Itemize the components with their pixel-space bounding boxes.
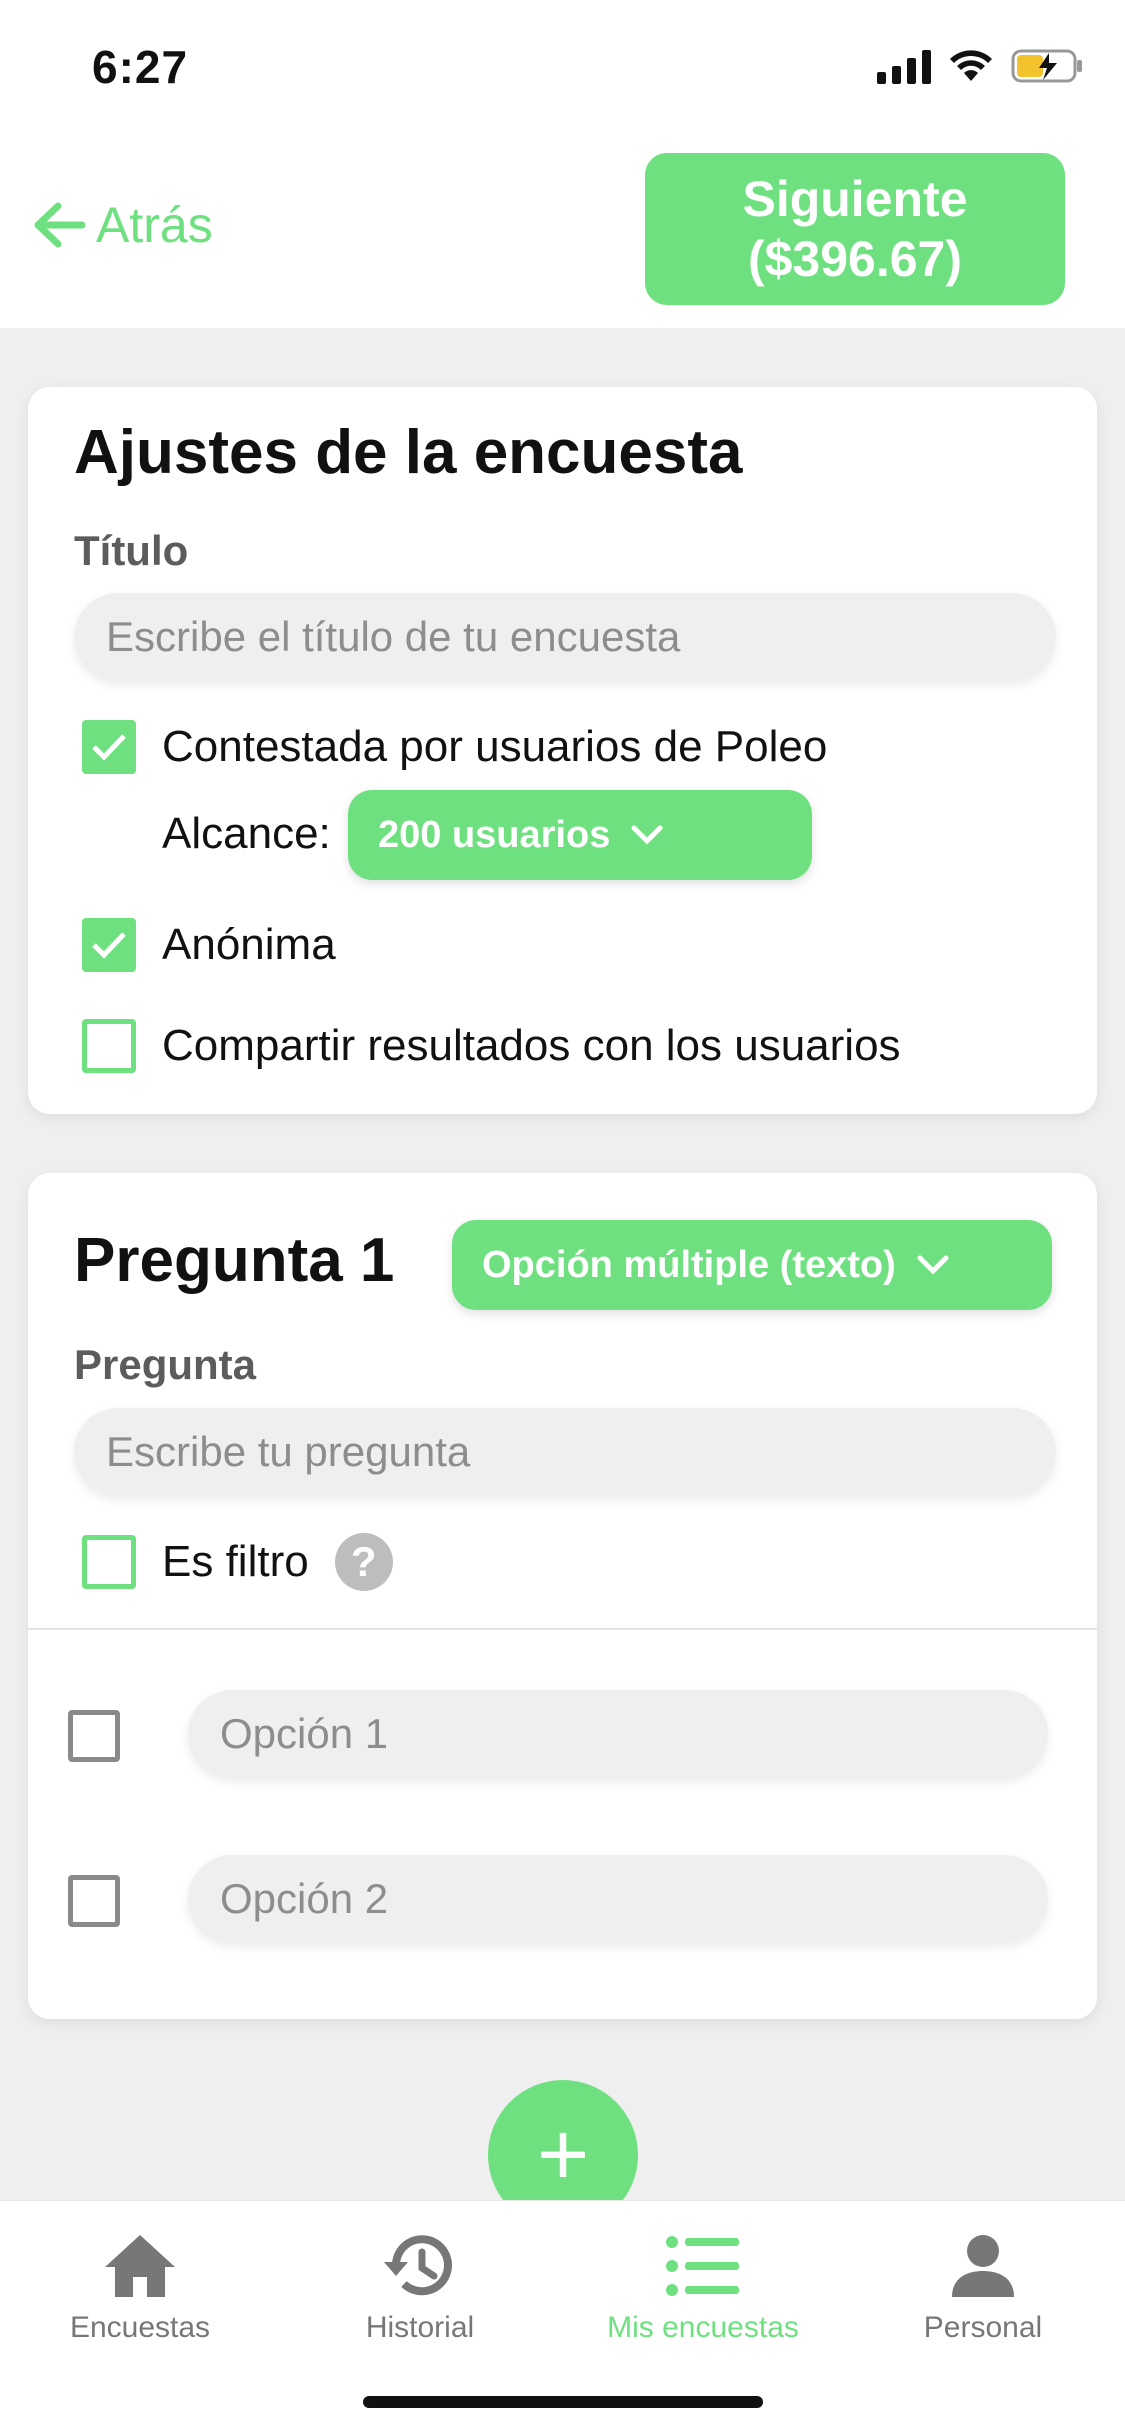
reach-value: 200 usuarios (378, 813, 611, 856)
share-results-checkbox[interactable] (82, 1019, 136, 1073)
list-icon (666, 2236, 739, 2296)
tab-label: Encuestas (69, 2311, 211, 2344)
share-results-row[interactable]: Compartir resultados con los usuarios (82, 1019, 901, 1073)
back-label: Atrás (96, 197, 213, 253)
next-price: ($396.67) (747, 231, 963, 287)
option-2-checkbox[interactable] (68, 1875, 120, 1927)
option-2-input[interactable]: Opción 2 (188, 1855, 1048, 1943)
arrow-left-icon (34, 202, 86, 248)
question-type-value: Opción múltiple (texto) (482, 1243, 896, 1286)
checkmark-icon (92, 932, 126, 959)
tab-personal[interactable]: Personal (853, 2221, 1113, 2345)
home-icon (105, 2235, 175, 2297)
poleo-users-checkbox[interactable] (82, 720, 136, 774)
poleo-users-row[interactable]: Contestada por usuarios de Poleo (82, 720, 827, 774)
tab-label: Mis encuestas (607, 2311, 799, 2344)
filter-row[interactable]: Es filtro ? (82, 1533, 393, 1591)
back-button[interactable]: Atrás (32, 196, 213, 254)
option-1-checkbox[interactable] (68, 1710, 120, 1762)
tab-historial[interactable]: Historial (290, 2221, 550, 2345)
question-input[interactable]: Escribe tu pregunta (74, 1408, 1056, 1496)
home-indicator (363, 2396, 763, 2408)
tab-encuestas[interactable]: Encuestas (10, 2221, 270, 2345)
tab-label: Personal (923, 2311, 1043, 2344)
share-results-label: Compartir resultados con los usuarios (162, 1021, 901, 1070)
anonymous-checkbox[interactable] (82, 918, 136, 972)
options-list: Opción 1 Opción 2 (28, 1628, 1097, 2019)
battery-charging-icon (1011, 49, 1082, 83)
anonymous-row[interactable]: Anónima (82, 918, 336, 972)
history-icon (384, 2235, 452, 2296)
tab-label: Historial (365, 2311, 475, 2344)
poleo-users-label: Contestada por usuarios de Poleo (162, 722, 828, 771)
checkmark-icon (92, 734, 126, 761)
reach-dropdown[interactable]: 200 usuarios (348, 790, 812, 880)
question-title: Pregunta 1 (74, 1226, 395, 1295)
person-icon (952, 2235, 1014, 2297)
survey-title-input[interactable]: Escribe el título de tu encuesta (74, 593, 1056, 681)
status-icons (877, 48, 1085, 84)
anonymous-label: Anónima (162, 920, 336, 969)
survey-settings-card: Ajustes de la encuesta Título Escribe el… (28, 387, 1097, 1114)
wifi-icon (950, 50, 992, 81)
question-card: Pregunta 1 Opción múltiple (texto) Pregu… (28, 1173, 1097, 2019)
next-label-line1: Siguiente (742, 171, 968, 227)
top-bar: 6:27 Atrás Siguiente ($396.67) (0, 0, 1125, 328)
option-1-input[interactable]: Opción 1 (188, 1690, 1048, 1778)
reach-label: Alcance: (162, 809, 331, 858)
survey-settings-title: Ajustes de la encuesta (74, 418, 743, 487)
plus-icon: + (536, 2104, 590, 2205)
filter-label: Es filtro (162, 1537, 309, 1586)
filter-checkbox[interactable] (82, 1535, 136, 1589)
question-field-label: Pregunta (74, 1341, 257, 1388)
tab-mis-encuestas[interactable]: Mis encuestas (573, 2221, 833, 2345)
question-type-dropdown[interactable]: Opción múltiple (texto) (452, 1220, 1052, 1310)
chevron-down-icon (917, 1255, 949, 1275)
chevron-down-icon (631, 825, 663, 845)
help-icon[interactable]: ? (334, 1533, 393, 1591)
next-button[interactable]: Siguiente ($396.67) (645, 153, 1065, 305)
status-time: 6:27 (92, 41, 189, 93)
reach-row: Alcance: (162, 809, 331, 859)
title-field-label: Título (74, 527, 189, 574)
signal-icon (877, 48, 931, 84)
